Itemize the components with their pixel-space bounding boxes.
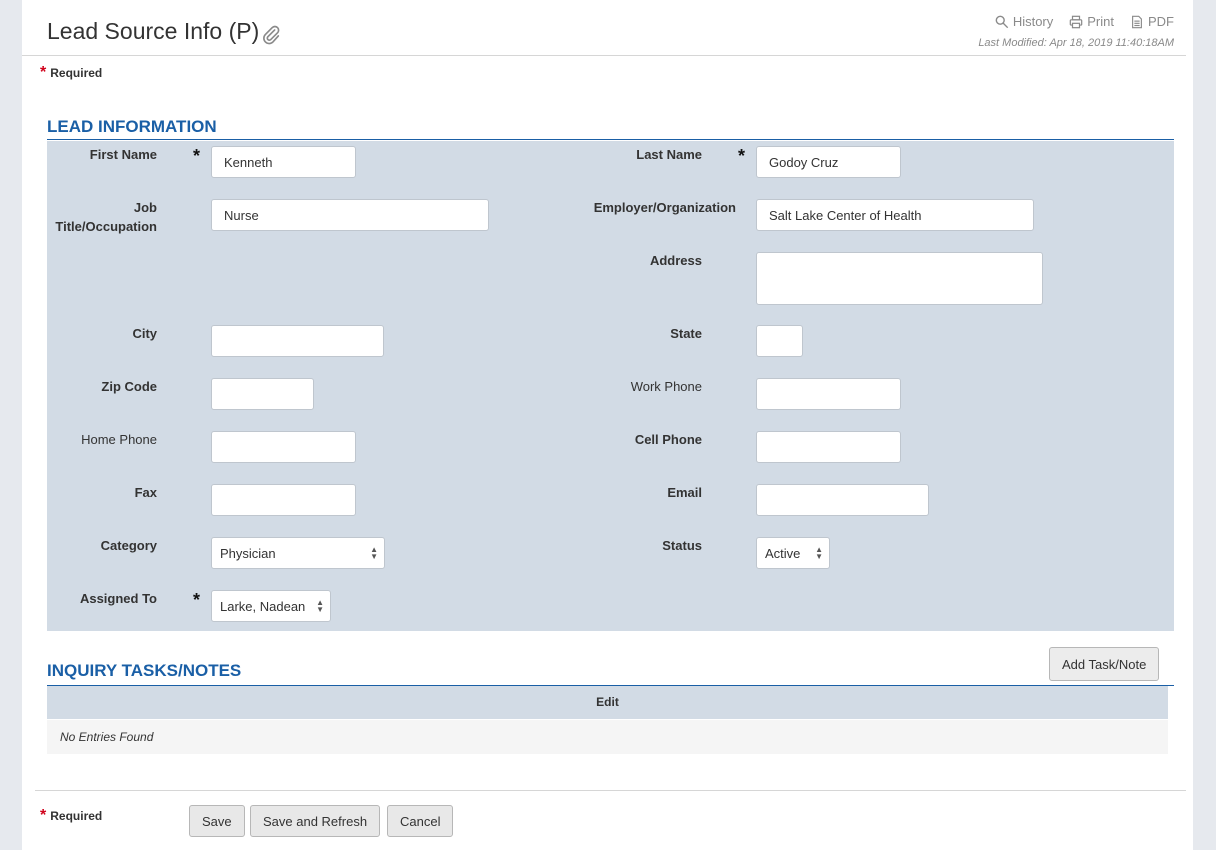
required-note-bottom: * Required — [40, 807, 102, 825]
first-name-label: First Name — [89, 147, 157, 162]
job-title-label-line2: Title/Occupation — [55, 219, 157, 234]
lead-info-form: First Name * Last Name * Job Title/Occup… — [47, 141, 1174, 631]
assigned-to-selected: Larke, Nadean — [220, 598, 306, 614]
category-select[interactable]: Physician ▲ ▼ — [211, 537, 385, 569]
required-star-icon: * — [193, 590, 201, 610]
required-label: Required — [50, 66, 103, 80]
lead-info-rule — [47, 139, 1174, 140]
add-task-note-button[interactable]: Add Task/Note — [1049, 647, 1160, 681]
state-input[interactable] — [756, 325, 803, 357]
save-button[interactable]: Save — [189, 805, 245, 837]
pdf-link[interactable]: PDF — [1130, 14, 1174, 29]
required-star-icon: * — [40, 807, 47, 824]
footer-divider — [35, 790, 1186, 791]
last-modified: Last Modified: Apr 18, 2019 11:40:18AM — [978, 37, 1174, 49]
email-label: Email — [667, 485, 702, 500]
select-arrows-icon: ▲ ▼ — [316, 598, 324, 614]
empty-text: No Entries Found — [60, 730, 154, 744]
document-icon — [1132, 15, 1142, 28]
address-textarea[interactable] — [756, 252, 1043, 305]
zip-code-input[interactable] — [211, 378, 314, 410]
employer-label: Employer/Organization — [593, 200, 736, 215]
header-actions: History Print PDF — [995, 14, 1174, 29]
lead-info-heading: LEAD INFORMATION — [47, 117, 217, 136]
cancel-button[interactable]: Cancel — [387, 805, 454, 837]
assigned-to-label: Assigned To — [79, 591, 157, 606]
required-star-icon: * — [193, 146, 201, 166]
state-label: State — [670, 326, 702, 341]
history-link[interactable]: History — [995, 14, 1053, 29]
paperclip-icon[interactable] — [260, 24, 282, 46]
work-phone-input[interactable] — [756, 378, 901, 410]
print-label: Print — [1087, 14, 1114, 29]
city-label: City — [132, 326, 157, 341]
fax-input[interactable] — [211, 484, 356, 516]
job-title-input[interactable] — [211, 199, 489, 231]
category-label: Category — [100, 538, 157, 553]
last-name-input[interactable] — [756, 146, 901, 178]
cell-phone-input[interactable] — [756, 431, 901, 463]
page: Lead Source Info (P) History Print PDF L… — [22, 0, 1193, 850]
assigned-to-select[interactable]: Larke, Nadean ▲ ▼ — [211, 590, 331, 622]
home-phone-input[interactable] — [211, 431, 356, 463]
employer-input[interactable] — [756, 199, 1034, 231]
city-input[interactable] — [211, 325, 384, 357]
status-label: Status — [662, 538, 702, 553]
category-selected: Physician — [220, 545, 276, 561]
history-label: History — [1012, 14, 1054, 29]
save-and-refresh-button[interactable]: Save and Refresh — [250, 805, 381, 837]
page-title: Lead Source Info (P) — [47, 18, 260, 44]
home-phone-label: Home Phone — [81, 432, 157, 447]
job-title-label: Job Title/Occupation — [55, 198, 157, 236]
job-title-label-line1: Job — [133, 200, 157, 215]
cell-phone-label: Cell Phone — [634, 432, 702, 447]
column-edit: Edit — [596, 695, 619, 709]
fax-label: Fax — [134, 485, 157, 500]
required-label: Required — [50, 809, 103, 823]
select-arrows-icon: ▲ ▼ — [815, 545, 823, 561]
tasks-table-empty-row: No Entries Found — [47, 720, 1168, 754]
tasks-heading: INQUIRY TASKS/NOTES — [47, 661, 242, 680]
required-star-icon: * — [40, 64, 47, 81]
print-link[interactable]: Print — [1069, 14, 1114, 29]
status-select[interactable]: Active ▲ ▼ — [756, 537, 830, 569]
last-name-label: Last Name — [636, 147, 702, 162]
select-arrows-icon: ▲ ▼ — [370, 545, 378, 561]
first-name-input[interactable] — [211, 146, 356, 178]
zip-code-label: Zip Code — [101, 379, 157, 394]
tasks-table-header: Edit — [47, 686, 1168, 719]
address-label: Address — [649, 253, 702, 268]
required-star-icon: * — [738, 146, 746, 166]
pdf-label: PDF — [1148, 14, 1174, 29]
work-phone-label: Work Phone — [630, 379, 702, 394]
status-selected: Active — [765, 545, 801, 561]
printer-icon — [1069, 15, 1083, 28]
email-input[interactable] — [756, 484, 929, 516]
required-note-top: * Required — [40, 64, 102, 82]
page-header: Lead Source Info (P) History Print PDF L… — [22, 0, 1186, 56]
search-icon — [995, 15, 1008, 28]
